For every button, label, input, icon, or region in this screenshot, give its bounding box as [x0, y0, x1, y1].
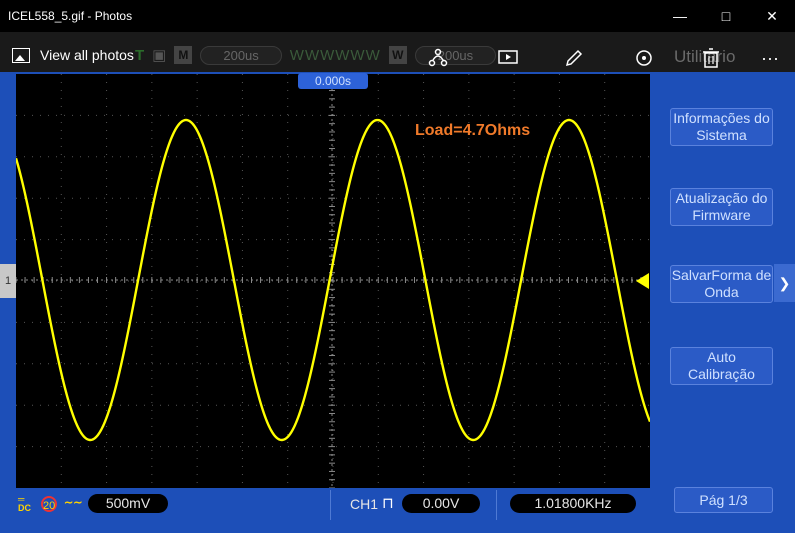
left-marker-label: 1: [4, 275, 12, 287]
coupling-label: DC: [18, 503, 31, 513]
more-button[interactable]: ···: [758, 46, 782, 70]
minimize-button[interactable]: —: [657, 0, 703, 32]
scope-screen: [16, 74, 650, 488]
photos-toolbar: View all photos ···: [0, 40, 795, 74]
menu-system-info-line2: Sistema: [696, 127, 747, 143]
channel-offset-tab[interactable]: 1: [0, 264, 16, 298]
channel-label: CH1: [350, 496, 379, 512]
rotate-button[interactable]: [632, 46, 656, 70]
maximize-icon: □: [721, 8, 731, 24]
chevron-right-icon: ❯: [778, 274, 791, 291]
delete-button[interactable]: [699, 46, 723, 70]
menu-auto-calibration[interactable]: Auto Calibração: [670, 347, 773, 385]
frequency-readout: 1.01800KHz: [510, 494, 636, 513]
close-icon: ✕: [766, 7, 778, 24]
next-photo-button[interactable]: ❯: [774, 264, 795, 302]
trigger-time-marker: 0.000s: [298, 73, 368, 89]
menu-save-waveform-line2: Onda: [704, 284, 739, 300]
maximize-button[interactable]: □: [703, 0, 749, 32]
delete-icon: [703, 48, 719, 68]
view-all-photos-button[interactable]: View all photos: [12, 47, 134, 63]
more-icon: ···: [761, 47, 779, 68]
scope-graticule: [16, 74, 650, 488]
menu-save-waveform-line1: SalvarForma de: [671, 267, 772, 283]
view-all-label: View all photos: [40, 47, 134, 63]
rising-edge-icon: ⊓: [382, 495, 394, 512]
people-tag-button[interactable]: [426, 46, 450, 70]
menu-system-info[interactable]: Informações do Sistema: [670, 108, 773, 146]
menu-firmware-update-line2: Firmware: [692, 207, 751, 223]
close-button[interactable]: ✕: [749, 0, 795, 32]
edit-button[interactable]: [562, 46, 586, 70]
image-icon: [12, 47, 30, 63]
coupling-icon: ═ DC: [18, 494, 31, 513]
menu-auto-calibration-line1: Auto: [707, 349, 736, 365]
menu-page-indicator[interactable]: Pág 1/3: [674, 487, 773, 513]
trigger-level-marker: [636, 273, 649, 289]
minimize-icon: —: [673, 8, 687, 24]
rotate-icon: [636, 50, 652, 66]
window-titlebar: ICEL558_5.gif - Photos — □ ✕: [0, 0, 795, 32]
menu-firmware-update[interactable]: Atualização do Firmware: [670, 188, 773, 226]
menu-firmware-update-line1: Atualização do: [675, 190, 768, 206]
menu-auto-calibration-line2: Calibração: [688, 366, 755, 382]
divider: [496, 490, 497, 520]
ac-wave-icon: ∼∼: [64, 497, 83, 509]
menu-save-waveform[interactable]: SalvarForma de Onda: [670, 265, 773, 303]
load-annotation: Load=4.7Ohms: [415, 122, 531, 139]
people-tag-icon: [428, 48, 448, 67]
bw-limit-badge: 20: [41, 496, 57, 512]
trigger-level-readout: 0.00V: [402, 494, 480, 513]
scope-status-bar: ═ DC 20 ∼∼ 500mV CH1 ⊓ 0.00V 1.01800KHz: [16, 490, 650, 520]
menu-system-info-line1: Informações do: [673, 110, 770, 126]
divider: [330, 490, 331, 520]
slideshow-button[interactable]: [496, 46, 520, 70]
volts-div-readout: 500mV: [88, 494, 168, 513]
edit-pen-icon: [565, 49, 583, 67]
window-title: ICEL558_5.gif - Photos: [8, 9, 133, 23]
slideshow-icon: [498, 50, 518, 64]
